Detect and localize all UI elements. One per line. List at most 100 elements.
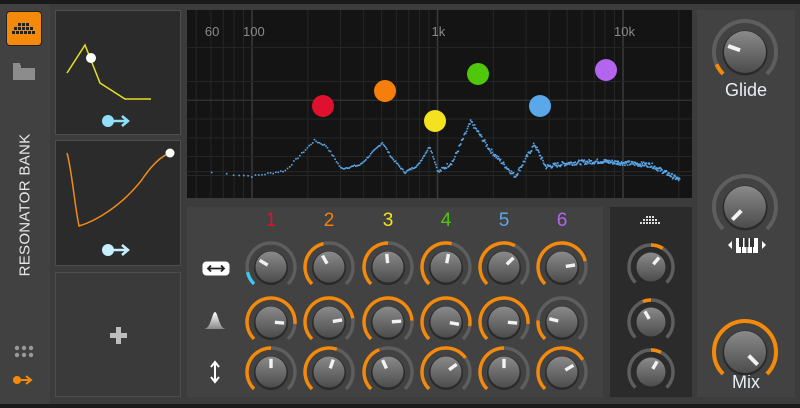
spectrum-point <box>335 161 338 163</box>
grid-dots-icon[interactable] <box>14 345 36 359</box>
pitch-knob-6[interactable] <box>534 239 590 295</box>
knob-body <box>636 252 666 282</box>
resonator-marker-1[interactable] <box>312 94 335 117</box>
decay-knob-3[interactable] <box>360 294 416 350</box>
modulator-slot-1[interactable] <box>55 10 181 135</box>
folder-icon[interactable] <box>13 63 35 80</box>
resonance-peak-icon <box>204 312 226 329</box>
spectrum-point <box>337 162 339 165</box>
spectrum-point <box>510 170 513 172</box>
spectrum-point <box>225 172 228 175</box>
spectrum-point <box>277 171 280 174</box>
spectrum-point <box>538 151 540 154</box>
global-mod-knob-3[interactable] <box>625 346 677 398</box>
modulator-slot-2[interactable] <box>55 140 181 266</box>
spectrum-point <box>446 163 449 165</box>
spectrum-point <box>258 174 260 176</box>
spectrum-point <box>466 127 469 130</box>
spectrum-point <box>478 133 481 135</box>
spectrum-point <box>371 151 373 154</box>
glide-knob[interactable] <box>710 17 780 87</box>
pitch-knob-2[interactable] <box>301 239 357 295</box>
decay-knob-2[interactable] <box>301 294 357 350</box>
global-mod-knob-2[interactable] <box>625 296 677 348</box>
knob-pointer <box>332 318 343 324</box>
device-title: RESONATOR BANK <box>16 133 34 277</box>
gain-knob-5[interactable] <box>476 344 532 400</box>
spectrum-point <box>641 162 644 165</box>
pitch-knob-1[interactable] <box>243 239 299 295</box>
spectrum-point <box>342 168 345 170</box>
resonator-marker-6[interactable] <box>595 59 618 82</box>
gain-arrows-icon <box>210 360 220 384</box>
resonator-marker-3[interactable] <box>424 109 447 132</box>
spectrum-point <box>426 149 429 152</box>
spectrum-point <box>557 162 559 164</box>
knob-pointer <box>385 253 390 264</box>
global-mod-knob-1[interactable] <box>625 241 677 293</box>
device-button[interactable] <box>6 11 42 46</box>
spectrum-point <box>517 172 519 175</box>
spectrum-point <box>251 176 253 178</box>
resonator-marker-5[interactable] <box>528 94 551 117</box>
gain-knob-2[interactable] <box>301 344 357 400</box>
resonator-marker-4[interactable] <box>466 62 489 85</box>
spectrum-point <box>272 172 275 175</box>
spectrum-point <box>590 159 593 162</box>
spectrum-point <box>610 161 613 164</box>
knob-value-arc <box>245 271 256 286</box>
spectrum-point <box>491 151 494 154</box>
spectrum-point <box>405 171 407 174</box>
spectrum-point <box>498 158 500 160</box>
gain-knob-6[interactable] <box>534 344 590 400</box>
modulator-routing-icon[interactable] <box>101 113 135 129</box>
resonator-marker-2[interactable] <box>373 79 396 102</box>
resonator-bank-icon <box>12 22 35 34</box>
mix-knob[interactable] <box>710 317 780 387</box>
spectrum-point <box>490 152 492 154</box>
spectrum-display[interactable]: 60 100 1k 10k <box>187 10 692 198</box>
spectrum-point <box>648 163 651 165</box>
spectrum-point <box>514 175 517 178</box>
spectrum-point <box>496 158 499 160</box>
pitch-knob-5[interactable] <box>476 239 532 295</box>
decay-knob-5[interactable] <box>476 294 532 350</box>
spectrum-point <box>572 164 574 166</box>
spectrum-point <box>445 167 448 170</box>
gain-knob-4[interactable] <box>418 344 474 400</box>
spectrum-point <box>603 159 605 161</box>
spectrum-point <box>286 167 289 170</box>
spectrum-point <box>524 160 526 163</box>
resonator-column-label-6: 6 <box>556 210 568 231</box>
decay-knob-1[interactable] <box>243 294 299 350</box>
gain-knob-1[interactable] <box>243 344 299 400</box>
spectrum-point <box>555 162 557 165</box>
spectrum-point <box>497 155 500 158</box>
spectrum-point <box>430 150 432 152</box>
spectrum-point <box>587 162 590 164</box>
gain-knob-3[interactable] <box>360 344 416 400</box>
spectrum-point <box>232 174 235 177</box>
spectrum-point <box>651 162 653 165</box>
add-modulator-slot[interactable] <box>55 272 181 397</box>
spectrum-point <box>671 173 673 175</box>
modulator-routing-icon[interactable] <box>101 242 135 258</box>
keytrack-knob[interactable] <box>710 172 780 242</box>
spectrum-point <box>454 155 456 158</box>
spectrum-point <box>403 171 405 173</box>
spectrum-point <box>574 161 577 163</box>
plus-icon[interactable] <box>110 327 127 344</box>
knob-pointer <box>274 320 285 325</box>
decay-knob-6[interactable] <box>534 294 590 350</box>
modulator-out-icon[interactable] <box>13 374 35 386</box>
decay-knob-4[interactable] <box>418 294 474 350</box>
spectrum-point <box>453 158 455 161</box>
spectrum-point <box>484 141 487 144</box>
spectrum-point <box>429 147 432 149</box>
pitch-knob-3[interactable] <box>360 239 416 295</box>
spectrum-point <box>432 155 434 158</box>
pitch-knob-4[interactable] <box>418 239 474 295</box>
spectrum-point <box>210 171 213 174</box>
spectrum-point <box>269 172 272 174</box>
spectrum-point <box>502 162 504 165</box>
